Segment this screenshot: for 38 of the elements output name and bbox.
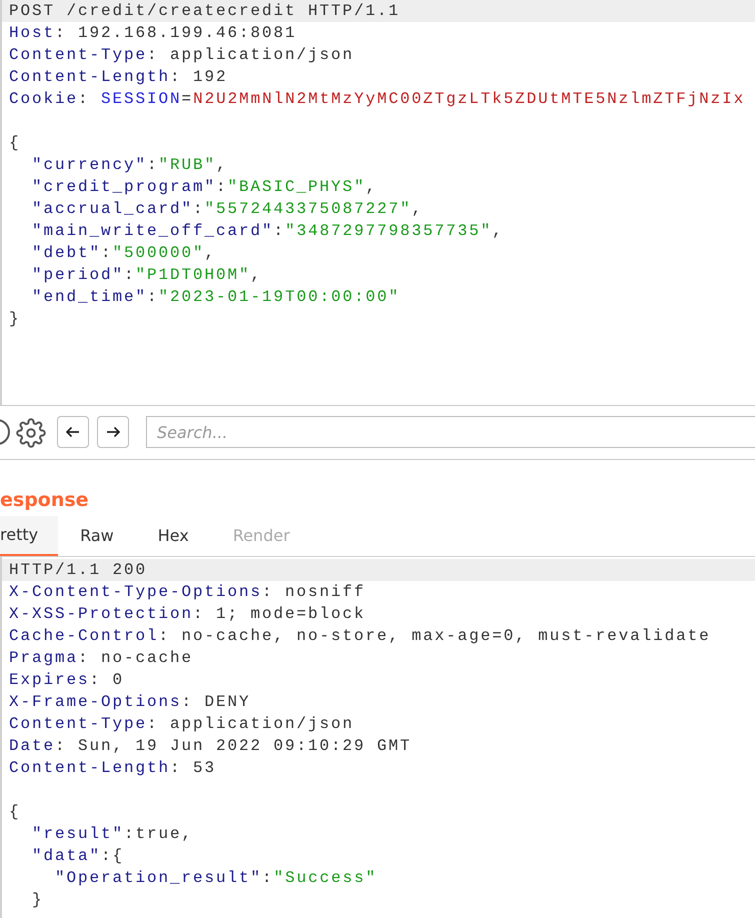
section-title: esponse [0,488,89,512]
code-line: } [9,310,21,328]
code-line: "main_write_off_card":"3487297798357735", [31,222,504,240]
code-line: { [9,134,21,152]
tab[interactable]: Raw [58,516,136,556]
settings-icon[interactable] [16,418,46,448]
forward-button[interactable] [97,416,129,448]
code-line: Cookie: SESSION=N2U2MmNlN2MtMzYyMC00ZTgzLTk5ZDUtMTE5NzlmZTFjNzIx [9,90,746,108]
code-line: Cache-Control: no-cache, no-store, max-age=0, must-revalidate [9,627,711,645]
code-line: "debt":"500000", [31,244,216,262]
code-line: Expires: 0 [9,671,124,689]
code-line: "end_time":"2023-01-19T00:00:00" [31,288,400,306]
search-field[interactable]: Search... [146,416,755,448]
code-line: "data":{ [31,847,124,865]
code-line: } [31,891,44,909]
code-line: POST /credit/createcredit HTTP/1.1 [9,2,400,20]
code-line: Content-Length: 192 [9,68,228,86]
code-line: "period":"P1DT0H0M", [31,266,262,284]
tab[interactable]: retty [0,516,58,556]
code-line: Content-Type: application/json [9,46,354,64]
code-line: "accrual_card":"5572443375087227", [31,200,424,218]
code-line: X-XSS-Protection: 1; mode=block [9,605,366,623]
code-line: "Operation_result":"Success" [54,869,378,887]
request-editor[interactable] [0,0,755,406]
code-line: { [9,803,21,821]
code-line: "currency":"RUB", [31,156,228,174]
code-line: Content-Type: application/json [9,715,354,733]
code-line: Content-Length: 53 [9,759,216,777]
back-button[interactable] [57,416,89,448]
code-line: Pragma: no-cache [9,649,194,667]
code-line: "result":true, [31,825,194,843]
tab[interactable]: Hex [136,516,211,556]
code-line: Date: Sun, 19 Jun 2022 09:10:29 GMT [9,737,412,755]
code-line: HTTP/1.1 200 [9,561,148,579]
code-line: Host: 192.168.199.46:8081 [9,24,297,42]
code-line: "credit_program":"BASIC_PHYS", [31,178,378,196]
code-line: X-Frame-Options: DENY [9,693,251,711]
code-line: X-Content-Type-Options: nosniff [9,583,366,601]
